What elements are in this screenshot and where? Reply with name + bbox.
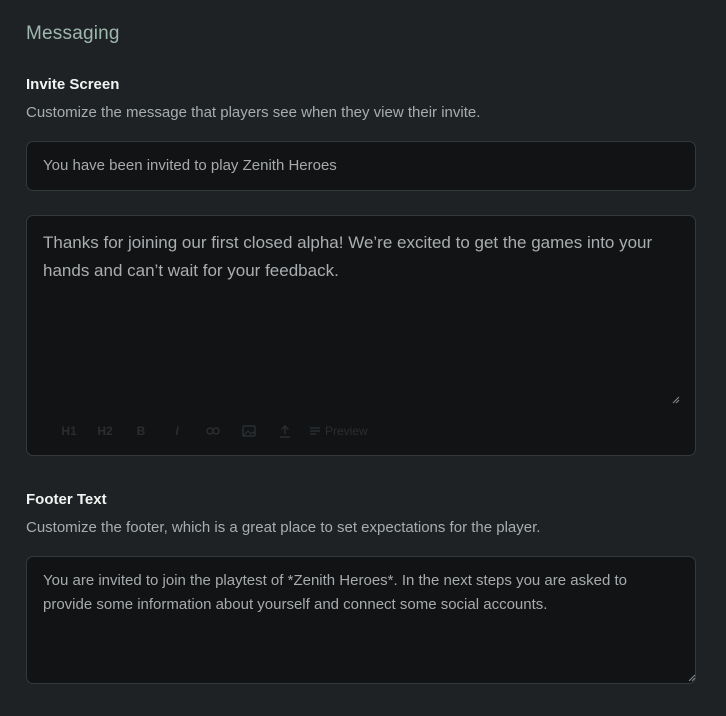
- resize-grip-icon[interactable]: [688, 674, 696, 682]
- invite-screen-description: Customize the message that players see w…: [26, 104, 481, 121]
- preview-icon: [310, 427, 320, 435]
- italic-button[interactable]: I: [159, 420, 195, 442]
- image-icon[interactable]: [231, 420, 267, 442]
- invite-title-value: You have been invited to play Zenith Her…: [43, 157, 337, 174]
- invite-title-input[interactable]: You have been invited to play Zenith Her…: [26, 141, 696, 191]
- editor-toolbar: H1 H2 B I Preview: [51, 420, 368, 442]
- heading2-button[interactable]: H2: [87, 420, 123, 442]
- bold-button[interactable]: B: [123, 420, 159, 442]
- footer-text-heading: Footer Text: [26, 491, 107, 508]
- upload-icon[interactable]: [267, 420, 303, 442]
- invite-message-editor[interactable]: Thanks for joining our first closed alph…: [26, 215, 696, 456]
- section-title: Messaging: [26, 23, 120, 44]
- link-icon[interactable]: [195, 420, 231, 442]
- preview-label: Preview: [325, 424, 368, 438]
- invite-screen-heading: Invite Screen: [26, 76, 120, 93]
- footer-text-value: You are invited to join the playtest of …: [43, 572, 627, 613]
- invite-message-value: Thanks for joining our first closed alph…: [43, 233, 653, 280]
- heading1-button[interactable]: H1: [51, 420, 87, 442]
- preview-toggle[interactable]: Preview: [309, 424, 368, 438]
- footer-text-description: Customize the footer, which is a great p…: [26, 519, 541, 536]
- resize-grip-icon[interactable]: [672, 396, 680, 404]
- footer-text-area[interactable]: You are invited to join the playtest of …: [26, 556, 696, 684]
